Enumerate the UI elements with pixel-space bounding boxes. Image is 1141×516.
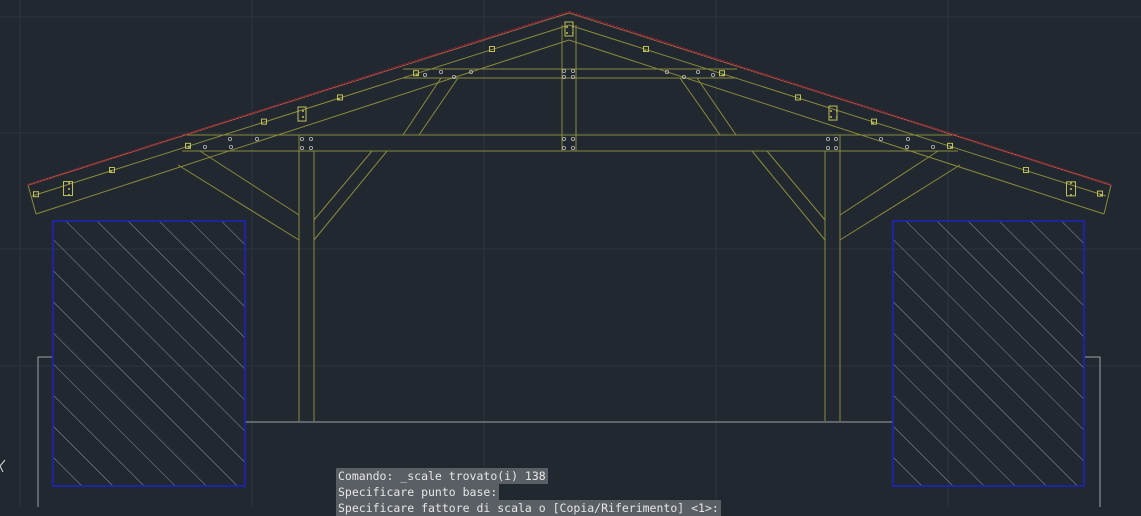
purlin-block	[413, 70, 419, 77]
bolt-hole	[254, 136, 259, 141]
bolt-hole	[931, 144, 936, 149]
ucs-axis-icon	[0, 459, 6, 473]
purlin-block	[795, 94, 801, 101]
bolt-hole	[228, 144, 233, 149]
bolt-holes	[202, 69, 936, 150]
roof-tiles	[27, 10, 1112, 187]
bolt-hole	[422, 73, 427, 78]
purlin-block	[337, 94, 343, 101]
bolt-hole	[562, 136, 567, 141]
purlin-block	[828, 105, 838, 121]
bolt-hole	[202, 144, 207, 149]
bolt-hole	[906, 136, 911, 141]
bolt-hole	[834, 136, 839, 141]
right-wall-section[interactable]	[892, 220, 1085, 487]
bolt-hole	[826, 136, 831, 141]
bolt-hole	[299, 136, 304, 141]
purlin-block	[719, 70, 725, 77]
purlin-block	[489, 46, 495, 53]
bolt-hole	[299, 145, 304, 150]
bolt-hole	[562, 69, 567, 74]
purlin-block	[947, 142, 953, 149]
bolt-hole	[571, 145, 576, 150]
bolt-hole	[696, 70, 701, 75]
bolt-hole	[834, 145, 839, 150]
purlin-block	[261, 118, 267, 125]
purlin-block	[1023, 167, 1029, 174]
purlin-block	[63, 181, 73, 197]
purlin-block	[871, 118, 877, 125]
bolt-hole	[562, 145, 567, 150]
purlin-block	[643, 46, 649, 53]
command-history: Comando: _scale trovato(i) 138 Specifica…	[336, 468, 756, 516]
purlin-block	[1066, 181, 1076, 197]
bolt-hole	[308, 145, 313, 150]
bolt-hole	[711, 73, 716, 78]
command-prompt-line[interactable]: Specificare fattore di scala o [Copia/Ri…	[336, 500, 721, 516]
bolt-hole	[905, 144, 910, 149]
command-history-line: Specificare punto base:	[336, 484, 500, 500]
purlin-block	[564, 21, 574, 37]
bolt-hole	[308, 136, 313, 141]
purlin-block	[1097, 190, 1103, 197]
bolt-hole	[826, 145, 831, 150]
drawing-canvas[interactable]	[0, 0, 1141, 507]
purlin-block	[33, 191, 39, 198]
bolt-hole	[438, 70, 443, 75]
left-wall-section[interactable]	[52, 220, 246, 487]
purlin-blocks[interactable]	[33, 21, 1103, 198]
bolt-hole	[571, 69, 576, 74]
bolt-hole	[879, 136, 884, 141]
purlin-block	[109, 167, 115, 174]
command-history-line: Comando: _scale trovato(i) 138	[336, 468, 548, 484]
purlin-block	[185, 142, 191, 149]
purlin-block	[297, 106, 307, 122]
bolt-hole	[571, 136, 576, 141]
bolt-hole	[227, 136, 232, 141]
